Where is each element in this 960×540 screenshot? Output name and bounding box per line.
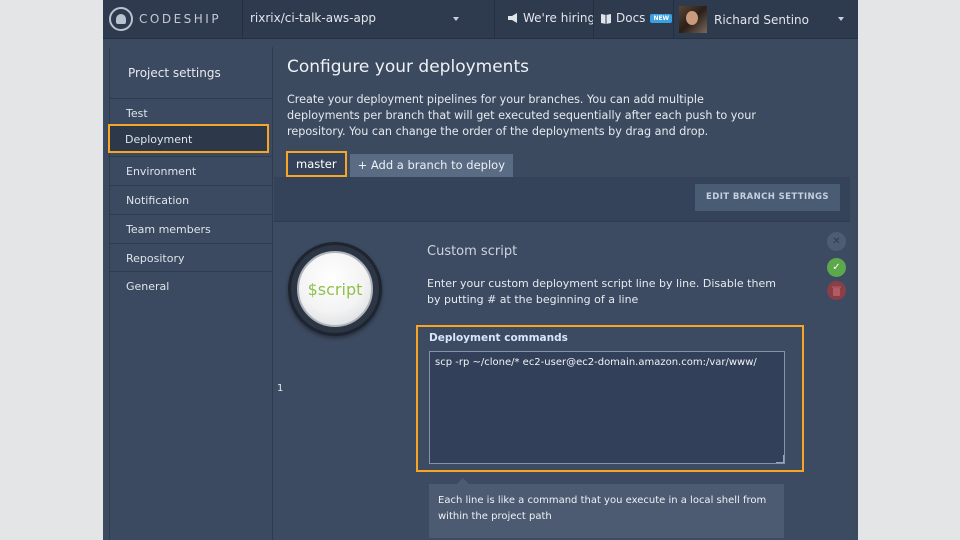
- check-icon[interactable]: ✓: [827, 258, 846, 277]
- branch-tabs: master + Add a branch to deploy: [286, 151, 514, 177]
- codeship-logo[interactable]: CODESHIP: [109, 6, 221, 32]
- avatar: [679, 6, 707, 33]
- line-number: 1: [277, 383, 284, 394]
- trash-icon[interactable]: [827, 281, 846, 300]
- divider: [494, 0, 495, 39]
- tab-master[interactable]: master: [286, 151, 347, 177]
- project-name: rixrix/ci-talk-aws-app: [250, 11, 377, 25]
- user-menu[interactable]: Richard Sentino: [679, 6, 809, 33]
- script-logo-text: $script: [297, 251, 373, 327]
- deployment-commands-box: Deployment commands scp -rp ~/clone/* ec…: [416, 325, 804, 472]
- docs-label: Docs: [616, 11, 646, 25]
- project-select[interactable]: rixrix/ci-talk-aws-app: [250, 11, 376, 25]
- divider: [593, 0, 594, 39]
- resize-handle[interactable]: [776, 455, 784, 463]
- deployment-commands-input[interactable]: scp -rp ~/clone/* ec2-user@ec2-domain.am…: [429, 351, 785, 464]
- chevron-down-icon[interactable]: [838, 17, 844, 21]
- deployment-panel: $script 1 Custom script Enter your custo…: [274, 221, 850, 540]
- docs-link[interactable]: Docs NEW: [600, 11, 673, 25]
- codeship-logo-icon: [109, 7, 133, 31]
- sidebar-item-general[interactable]: General: [110, 271, 273, 300]
- page-header: Configure your deployments Create your d…: [274, 47, 850, 177]
- hiring-link[interactable]: We're hiring: [507, 11, 595, 25]
- sidebar-item-notification[interactable]: Notification: [110, 185, 273, 214]
- deployment-commands-label: Deployment commands: [429, 332, 568, 344]
- sidebar-item-environment[interactable]: Environment: [110, 156, 273, 185]
- page-title: Configure your deployments: [287, 57, 529, 77]
- sidebar-item-test[interactable]: Test: [110, 98, 273, 127]
- branch-settings-bar: EDIT BRANCH SETTINGS: [274, 177, 850, 221]
- divider: [242, 0, 243, 39]
- deployment-description: Enter your custom deployment script line…: [427, 277, 776, 306]
- hiring-label: We're hiring: [523, 11, 596, 25]
- script-logo: $script: [288, 242, 382, 336]
- chevron-down-icon[interactable]: [453, 17, 459, 21]
- add-branch-button[interactable]: + Add a branch to deploy: [349, 154, 514, 177]
- sidebar-item-repository[interactable]: Repository: [110, 243, 273, 272]
- app-window: CODESHIP rixrix/ci-talk-aws-app We're hi…: [103, 0, 858, 540]
- divider: [673, 0, 674, 39]
- sidebar-item-deployment[interactable]: Deployment: [108, 124, 269, 153]
- logo-text: CODESHIP: [139, 12, 222, 26]
- new-badge: NEW: [650, 13, 673, 23]
- sidebar-title: Project settings: [128, 66, 221, 80]
- top-bar: CODESHIP rixrix/ci-talk-aws-app We're hi…: [103, 0, 858, 39]
- sidebar: Project settings Test Deployment Environ…: [108, 47, 273, 540]
- main-content: Configure your deployments Create your d…: [274, 47, 850, 540]
- user-name: Richard Sentino: [714, 12, 809, 27]
- commands-hint: Each line is like a command that you exe…: [429, 478, 784, 538]
- page-description: Create your deployment pipelines for you…: [287, 93, 756, 138]
- edit-branch-settings-button[interactable]: EDIT BRANCH SETTINGS: [695, 184, 840, 211]
- megaphone-icon: [508, 13, 517, 23]
- close-icon[interactable]: ✕: [827, 232, 846, 251]
- sidebar-item-team-members[interactable]: Team members: [110, 214, 273, 243]
- book-icon: [601, 13, 611, 24]
- deployment-title: Custom script: [427, 244, 518, 259]
